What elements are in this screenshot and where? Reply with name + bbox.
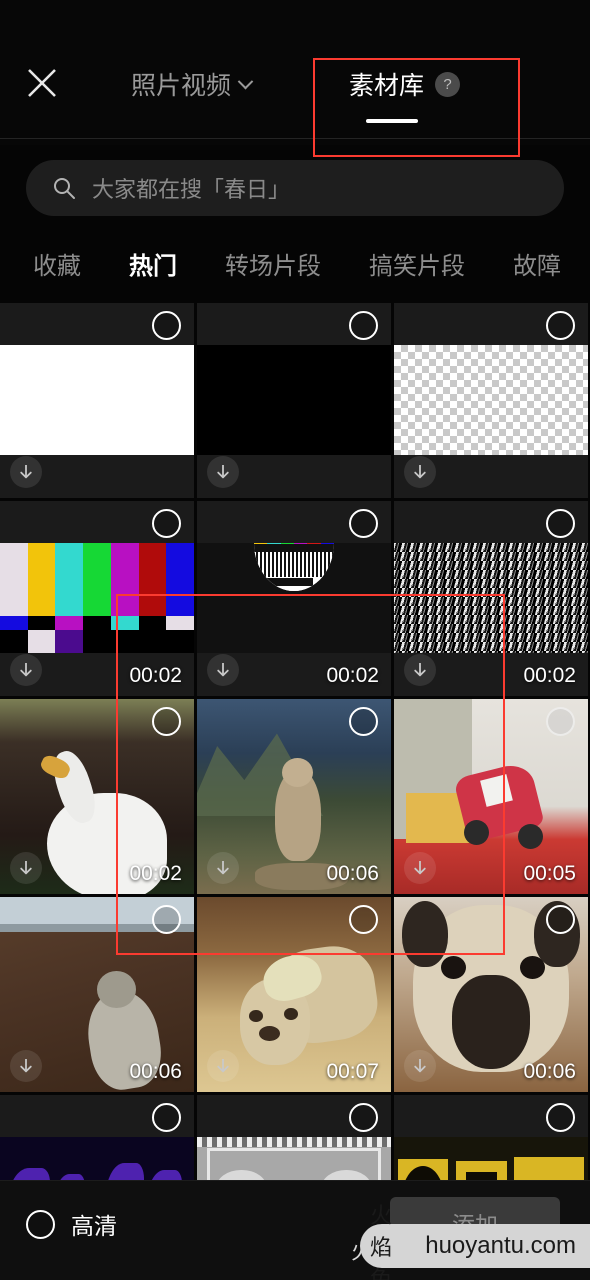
select-checkbox[interactable] [152,509,181,538]
thumbnail-art-purple [0,1137,194,1183]
watermark-brand: 火焰兔 [370,1203,396,1280]
select-checkbox[interactable] [349,905,378,934]
download-icon[interactable] [207,852,239,884]
thumbnail-art-noise [394,543,588,653]
select-checkbox[interactable] [349,509,378,538]
duration-label: 00:02 [523,664,576,687]
category-tab-list[interactable]: 收藏 热门 转场片段 搞笑片段 故障 [0,232,590,294]
select-checkbox[interactable] [546,311,575,340]
black-background-clip[interactable] [197,303,391,498]
toy-car-clip[interactable]: 00:05 [394,699,588,894]
select-checkbox[interactable] [152,311,181,340]
duration-label: 00:02 [129,664,182,687]
thumbnail [394,345,588,455]
download-icon[interactable] [10,852,42,884]
download-icon[interactable] [10,456,42,488]
thumbnail [197,345,391,455]
pug-on-floor-clip[interactable]: 00:06 [0,897,194,1092]
thumbnail-art-bars [0,543,194,653]
search-section: 大家都在搜「春日」 [0,160,590,218]
search-input[interactable]: 大家都在搜「春日」 [26,160,564,216]
swan-clip[interactable]: 00:02 [0,699,194,894]
duration-label: 00:06 [523,1060,576,1083]
select-checkbox[interactable] [349,311,378,340]
active-tab-underline [366,119,418,123]
download-icon[interactable] [404,1050,436,1082]
yellow-pattern-clip[interactable] [394,1095,588,1183]
select-checkbox[interactable] [152,905,181,934]
material-library-screen: 照片视频 素材库 ? 大家都在搜「春日」 收藏 热门 转场片段 搞笑片段 故障 00: [0,0,590,1280]
search-placeholder: 大家都在搜「春日」 [92,177,291,202]
category-tab-0[interactable]: 收藏 [33,246,81,281]
duration-label: 00:02 [326,664,379,687]
tab-material-library-label: 素材库 [349,72,425,100]
category-tab-4[interactable]: 故障 [513,246,561,281]
header-tab-list: 照片视频 素材库 ? [0,0,590,120]
bulldog-puppy-clip[interactable]: 00:07 [197,897,391,1092]
tab-photo-video[interactable]: 照片视频 [131,66,254,102]
film-leader-clip[interactable]: PLEASE [197,1095,391,1183]
download-icon[interactable] [10,654,42,686]
thumbnail-art-yellow [394,1137,588,1183]
thumbnail-art-please: PLEASE [197,1137,391,1183]
select-checkbox[interactable] [546,707,575,736]
transparent-background-clip[interactable] [394,303,588,498]
category-tab-3[interactable]: 搞笑片段 [369,246,465,281]
download-icon[interactable] [207,654,239,686]
select-checkbox[interactable] [546,905,575,934]
purple-abstract-clip[interactable] [0,1095,194,1183]
smpte-color-bars-clip[interactable]: 00:02 [0,501,194,696]
hd-toggle[interactable]: 高清 [26,1207,117,1241]
thumbnail [0,543,194,653]
select-checkbox[interactable] [546,1103,575,1132]
download-icon[interactable] [404,852,436,884]
chevron-down-icon [237,73,254,89]
tab-photo-video-label: 照片视频 [131,72,232,100]
download-icon[interactable] [207,1050,239,1082]
thumbnail [0,345,194,455]
duration-label: 00:05 [523,862,576,885]
thumbnail-art-black [197,345,391,455]
thumbnail [394,543,588,653]
thumbnail-art-checker [394,345,588,455]
select-checkbox[interactable] [546,509,575,538]
help-icon[interactable]: ? [435,71,461,97]
search-icon [52,176,76,200]
download-icon[interactable] [10,1050,42,1082]
header-bar: 照片视频 素材库 ? [0,0,590,145]
header-divider [0,138,590,139]
tv-test-card-clip[interactable]: 00:02 [197,501,391,696]
media-grid[interactable]: 00:02 00:02 00:02 00:02 00:06 00:05 00:06 00:07… [0,303,590,1183]
marmot-clip[interactable]: 00:06 [197,699,391,894]
thumbnail [197,543,391,653]
select-checkbox[interactable] [152,707,181,736]
category-tab-2[interactable]: 转场片段 [225,246,321,281]
duration-label: 00:06 [326,862,379,885]
duration-label: 00:02 [129,862,182,885]
select-checkbox[interactable] [349,1103,378,1132]
thumbnail [0,1137,194,1183]
category-tab-1[interactable]: 热门 [129,246,177,281]
select-checkbox[interactable] [152,1103,181,1132]
thumbnail: PLEASE [197,1137,391,1183]
download-icon[interactable] [404,456,436,488]
watermark: 火焰兔 huoyantu.com [360,1203,590,1280]
white-background-clip[interactable] [0,303,194,498]
pug-closeup-clip[interactable]: 00:06 [394,897,588,1092]
duration-label: 00:06 [129,1060,182,1083]
thumbnail-art-white [0,345,194,455]
download-icon[interactable] [404,654,436,686]
select-checkbox[interactable] [349,707,378,736]
download-icon[interactable] [207,456,239,488]
hd-radio-icon[interactable] [26,1209,55,1239]
duration-label: 00:07 [326,1060,379,1083]
tv-static-noise-clip[interactable]: 00:02 [394,501,588,696]
watermark-url: huoyantu.com [425,1232,576,1259]
thumbnail [394,1137,588,1183]
tab-material-library[interactable]: 素材库 ? [349,66,461,102]
hd-label: 高清 [71,1213,117,1239]
